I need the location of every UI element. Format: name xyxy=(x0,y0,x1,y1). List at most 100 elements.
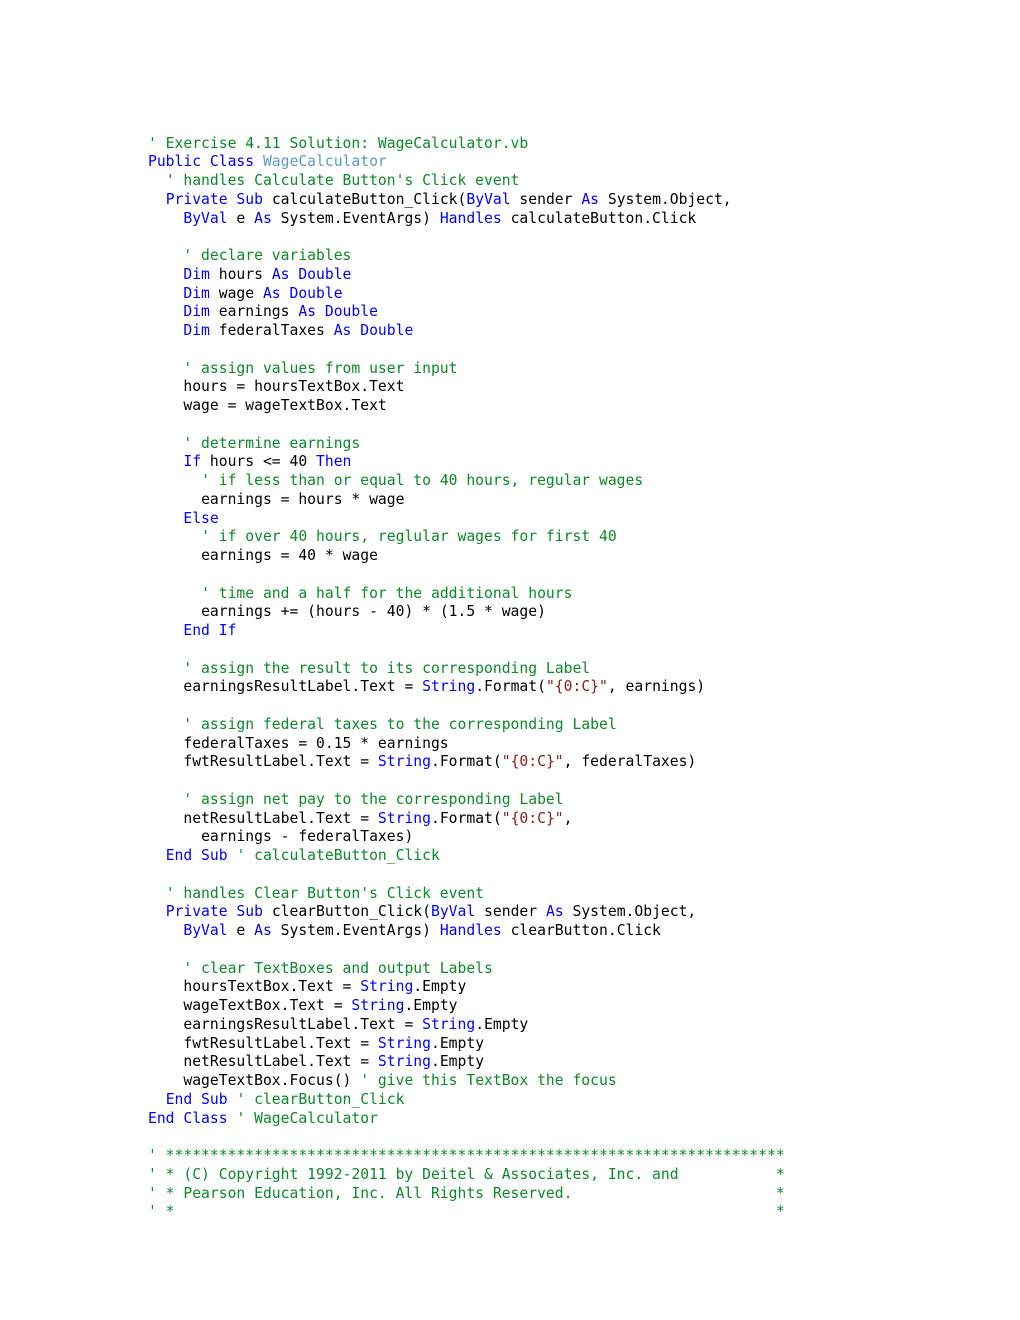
code-token-comment: ' if over 40 hours, reglular wages for f… xyxy=(201,528,617,546)
code-token-kw: String xyxy=(377,1053,431,1071)
code-token-kw: String xyxy=(377,753,431,771)
code-token-plain: e xyxy=(227,922,255,940)
code-line: ' if less than or equal to 40 hours, reg… xyxy=(148,472,908,491)
code-token-plain: System.EventArgs) xyxy=(271,209,440,227)
code-token-comment: ' handles Calculate Button's Click event xyxy=(165,172,520,190)
code-line: Public Class WageCalculator xyxy=(148,153,908,172)
code-token-plain: clearButton_Click( xyxy=(271,903,431,921)
code-line: ' determine earnings xyxy=(148,435,908,454)
code-token-kw: End Sub xyxy=(165,1090,237,1108)
code-token-plain: .Format( xyxy=(475,678,546,696)
code-line: earnings = 40 * wage xyxy=(148,547,908,566)
code-token-plain: hours <= 40 xyxy=(201,453,317,471)
code-line: ' handles Calculate Button's Click event xyxy=(148,172,908,191)
code-token-kw: Dim xyxy=(183,322,210,340)
code-token-plain: , xyxy=(563,809,573,827)
code-token-comment: ' Exercise 4.11 Solution: WageCalculator… xyxy=(148,134,529,152)
code-line: If hours <= 40 Then xyxy=(148,453,908,472)
code-token-comment: ' assign values from user input xyxy=(183,359,458,377)
code-token-kw: String xyxy=(360,978,414,996)
code-token-plain: fwtResultLabel.Text = xyxy=(183,753,378,771)
code-token-plain: System.Object, xyxy=(563,903,697,921)
code-token-kw: If xyxy=(183,453,202,471)
code-line: wage = wageTextBox.Text xyxy=(148,397,908,416)
code-line: Private Sub calculateButton_Click(ByVal … xyxy=(148,191,908,210)
code-line: End Class ' WageCalculator xyxy=(148,1110,908,1129)
code-line: ' * * xyxy=(148,1203,908,1222)
code-token-str: "{0:C}" xyxy=(545,678,608,696)
code-line: wageTextBox.Text = String.Empty xyxy=(148,997,908,1016)
code-token-kw: As Double xyxy=(298,303,378,321)
code-token-kw: String xyxy=(351,997,405,1015)
code-token-kw: Dim xyxy=(183,265,210,283)
code-line: ' Exercise 4.11 Solution: WageCalculator… xyxy=(148,135,908,154)
code-token-plain: .Empty xyxy=(413,978,467,996)
code-token-comment: ' give this TextBox the focus xyxy=(360,1072,617,1090)
code-token-plain: earningsResultLabel.Text = xyxy=(183,678,423,696)
code-token-str: "{0:C}" xyxy=(501,753,564,771)
code-line: earnings - federalTaxes) xyxy=(148,828,908,847)
code-line: Dim federalTaxes As Double xyxy=(148,322,908,341)
code-token-comment: ' clearButton_Click xyxy=(236,1090,405,1108)
code-line: ' assign net pay to the corresponding La… xyxy=(148,791,908,810)
code-token-kw: Else xyxy=(183,509,219,527)
code-token-plain: earnings = 40 * wage xyxy=(201,547,378,565)
code-token-plain: earnings - federalTaxes) xyxy=(201,828,414,846)
code-token-comment: ' assign federal taxes to the correspond… xyxy=(183,715,617,733)
code-line: earnings = hours * wage xyxy=(148,491,908,510)
code-line: ' time and a half for the additional hou… xyxy=(148,585,908,604)
code-line: hoursTextBox.Text = String.Empty xyxy=(148,978,908,997)
code-line: Dim hours As Double xyxy=(148,266,908,285)
code-line: ' declare variables xyxy=(148,247,908,266)
code-line: ' assign the result to its corresponding… xyxy=(148,660,908,679)
code-token-plain: wage = wageTextBox.Text xyxy=(183,397,387,415)
code-token-kw: As Double xyxy=(271,265,352,283)
code-token-type: WageCalculator xyxy=(262,153,387,171)
code-token-plain: hours xyxy=(209,265,272,283)
code-listing-page: ' Exercise 4.11 Solution: WageCalculator… xyxy=(0,0,1020,1320)
code-token-plain: fwtResultLabel.Text = xyxy=(183,1034,378,1052)
code-token-plain: earnings = hours * wage xyxy=(201,490,405,508)
code-token-kw: Public Class xyxy=(148,153,263,171)
code-token-kw: As Double xyxy=(262,284,343,302)
code-token-plain: clearButton.Click xyxy=(501,922,661,940)
code-line: Dim earnings As Double xyxy=(148,303,908,322)
code-line: ' * Pearson Education, Inc. All Rights R… xyxy=(148,1185,908,1204)
code-line: Else xyxy=(148,510,908,529)
code-token-kw: String xyxy=(422,1015,476,1033)
code-token-kw: Handles xyxy=(439,922,502,940)
code-token-plain: System.Object, xyxy=(599,190,732,208)
code-token-plain: .Format( xyxy=(430,753,502,771)
code-token-plain: federalTaxes xyxy=(209,322,334,340)
code-token-plain: , earnings) xyxy=(607,678,706,696)
code-line: ' assign federal taxes to the correspond… xyxy=(148,716,908,735)
code-token-plain: hoursTextBox.Text = xyxy=(183,978,361,996)
code-token-plain: .Empty xyxy=(430,1034,485,1052)
code-token-comment: ' determine earnings xyxy=(183,434,361,452)
code-line: earningsResultLabel.Text = String.Empty xyxy=(148,1016,908,1035)
code-line: earningsResultLabel.Text = String.Format… xyxy=(148,678,908,697)
code-token-comment: ' assign the result to its corresponding… xyxy=(183,659,591,677)
code-token-plain: sender xyxy=(510,190,582,208)
code-line: ' clear TextBoxes and output Labels xyxy=(148,960,908,979)
code-token-comment: ' **************************************… xyxy=(148,1147,785,1165)
code-token-kw: String xyxy=(377,1034,431,1052)
code-token-kw: End If xyxy=(183,622,237,640)
code-token-plain: hours = hoursTextBox.Text xyxy=(183,378,405,396)
code-token-plain: earningsResultLabel.Text = xyxy=(183,1015,423,1033)
code-token-kw: End Sub xyxy=(165,847,237,865)
code-token-plain: wageTextBox.Focus() xyxy=(183,1072,361,1090)
code-token-plain: System.EventArgs) xyxy=(271,922,440,940)
code-token-kw: End Class xyxy=(148,1109,237,1127)
code-token-plain: netResultLabel.Text = xyxy=(183,1053,378,1071)
code-line: ' **************************************… xyxy=(148,1147,908,1166)
code-token-kw: Private Sub xyxy=(165,903,272,921)
code-token-kw: String xyxy=(377,809,431,827)
code-token-plain: federalTaxes = 0.15 * earnings xyxy=(183,734,449,752)
